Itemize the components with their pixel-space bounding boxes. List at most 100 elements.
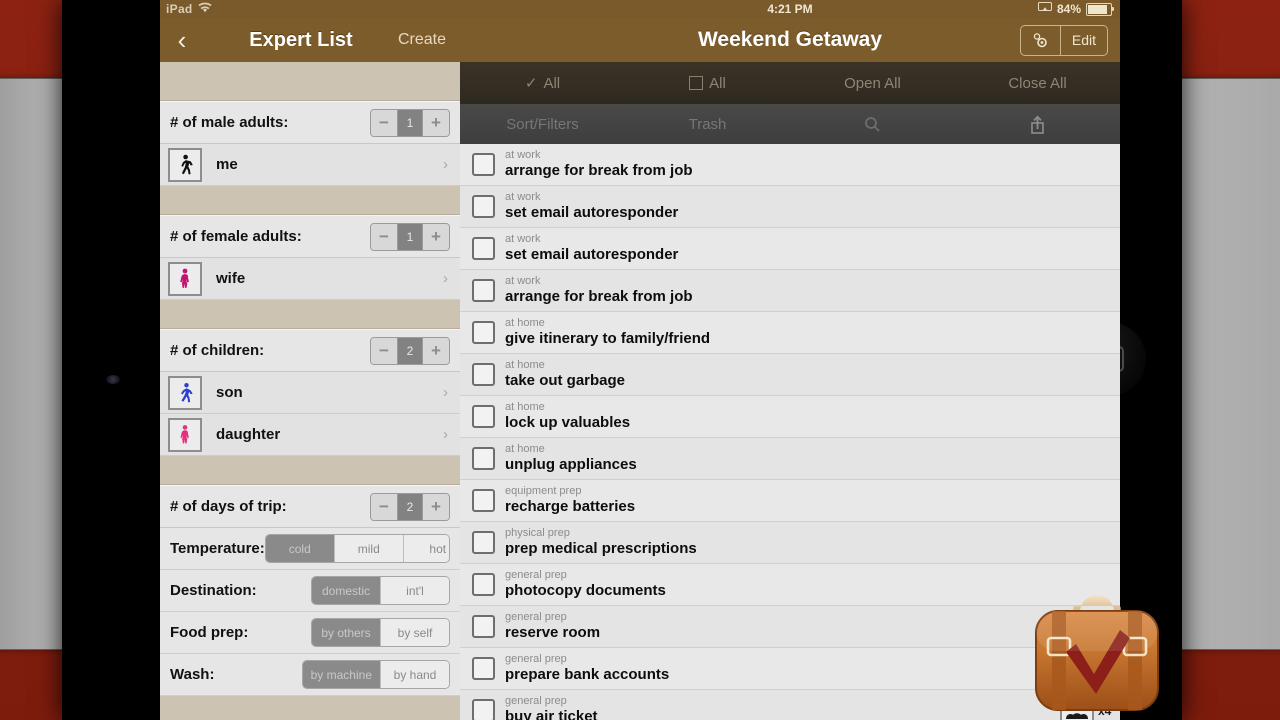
stepper-plus-button[interactable]: + [423,109,449,136]
toolbar-check-all[interactable]: ✓ All [460,74,625,93]
task-text: physical prep prep medical prescriptions [505,527,1098,557]
task-list[interactable]: at work arrange for break from job at work… [460,144,1120,720]
running-boy-icon [168,375,202,410]
share-icon[interactable] [955,115,1120,134]
segmented-food-prep[interactable]: by others by self [311,618,450,647]
wifi-icon [197,0,212,18]
person-row-son[interactable]: son › [160,372,460,414]
task-checkbox[interactable] [472,363,495,386]
sidebar-group-children: # of children: − 2 + son › daughter › [160,329,460,456]
task-row[interactable]: at work arrange for break from job [460,270,1120,312]
task-checkbox[interactable] [472,699,495,720]
task-name: lock up valuables [505,413,631,431]
task-row[interactable]: general prep prepare bank accounts [460,648,1120,690]
empty-box-icon [689,76,704,90]
task-row[interactable]: at home give itinerary to family/friend [460,312,1120,354]
task-text: at work set email autoresponder [505,191,1098,221]
stepper-male-adults[interactable]: − 1 + [370,108,450,137]
setting-label: Food prep: [170,624,249,641]
stepper-minus-button[interactable]: − [371,493,397,520]
segment-by-self[interactable]: by self [380,619,449,646]
toolbar-open-all[interactable]: Open All [790,75,955,92]
stepper-value: 2 [397,337,423,364]
toolbar-sort-filters[interactable]: Sort/Filters [460,116,625,133]
task-category: general prep [505,694,567,707]
segment-by-hand[interactable]: by hand [380,661,449,688]
task-row[interactable]: at home take out garbage [460,354,1120,396]
person-row-daughter[interactable]: daughter › [160,414,460,456]
task-row[interactable]: at work set email autoresponder [460,228,1120,270]
task-name: arrange for break from job [505,287,693,305]
task-checkbox[interactable] [472,405,495,428]
segment-hot[interactable]: hot [402,535,449,562]
task-checkbox[interactable] [472,195,495,218]
segment-mild[interactable]: mild [333,535,403,562]
stepper-female-adults[interactable]: − 1 + [370,222,450,251]
segmented-destination[interactable]: domestic int'l [311,576,450,605]
segment-by-machine[interactable]: by machine [302,661,380,688]
toolbar-uncheck-all[interactable]: All [625,75,790,92]
toolbar-label: All [543,74,561,92]
sidebar-spacer [160,186,460,215]
task-name: recharge batteries [505,497,636,515]
task-checkbox[interactable] [472,489,495,512]
task-row[interactable]: at home lock up valuables [460,396,1120,438]
main-pane: 4:21 PM 84% Weekend Getaway Edit ✓ All A… [460,0,1120,720]
edit-button[interactable]: Edit [1059,25,1107,55]
person-row-me[interactable]: me › [160,144,460,186]
toolbar-trash[interactable]: Trash [625,116,790,133]
task-checkbox[interactable] [472,153,495,176]
task-checkbox[interactable] [472,573,495,596]
search-icon[interactable] [790,116,955,133]
task-checkbox[interactable] [472,279,495,302]
segment-intl[interactable]: int'l [380,577,449,604]
stepper-plus-button[interactable]: + [423,493,449,520]
ipad-device: iPad ‹ Expert List Create # of male adul… [62,0,1182,720]
task-text: at home give itinerary to family/friend [505,316,1098,347]
segment-domestic[interactable]: domestic [312,577,380,604]
task-checkbox[interactable] [472,531,495,554]
task-checkbox[interactable] [472,447,495,470]
stepper-days[interactable]: − 2 + [370,492,450,521]
task-row[interactable]: general prep photocopy documents [460,564,1120,606]
segmented-wash[interactable]: by machine by hand [301,660,450,689]
segment-by-others[interactable]: by others [312,619,380,646]
task-category: at home [505,442,545,455]
person-row-wife[interactable]: wife › [160,258,460,300]
task-checkbox[interactable] [472,321,495,344]
task-row[interactable]: general prep reserve room [460,606,1120,648]
person-name: son [216,384,243,401]
create-button[interactable]: Create [398,31,460,49]
toolbar-close-all[interactable]: Close All [955,75,1120,92]
task-row[interactable]: at work arrange for break from job [460,144,1120,186]
stepper-children[interactable]: − 2 + [370,336,450,365]
task-category: at home [505,316,545,329]
task-row[interactable]: at work set email autoresponder [460,186,1120,228]
task-text: at home lock up valuables [505,401,1098,431]
task-row[interactable]: at home unplug appliances [460,438,1120,480]
sidebar-status-bar: iPad [160,0,460,18]
task-row[interactable]: physical prep prep medical prescriptions [460,522,1120,564]
task-row[interactable]: general prep buy air ticket x4 [460,690,1120,720]
sidebar-footer-spacer [160,696,460,720]
stepper-minus-button[interactable]: − [371,109,397,136]
stepper-plus-button[interactable]: + [423,223,449,250]
stepper-minus-button[interactable]: − [371,223,397,250]
sidebar-group-days: # of days of trip: − 2 + Temperature: co… [160,485,460,696]
segment-cold[interactable]: cold [265,535,334,562]
task-category: at home [505,358,545,371]
task-row[interactable]: equipment prep recharge batteries [460,480,1120,522]
gear-icon[interactable] [1021,26,1060,55]
segmented-temperature[interactable]: cold mild hot [264,534,450,563]
task-checkbox[interactable] [472,657,495,680]
task-checkbox[interactable] [472,615,495,638]
count-row: # of children: − 2 + [160,329,460,372]
back-button[interactable]: ‹ [160,27,204,53]
count-label: # of days of trip: [170,498,287,515]
battery-icon [1086,2,1114,16]
suitcase-checkmark-icon [1028,584,1166,720]
task-checkbox[interactable] [472,237,495,260]
stepper-minus-button[interactable]: − [371,337,397,364]
task-category: at work [505,232,541,245]
stepper-plus-button[interactable]: + [423,337,449,364]
